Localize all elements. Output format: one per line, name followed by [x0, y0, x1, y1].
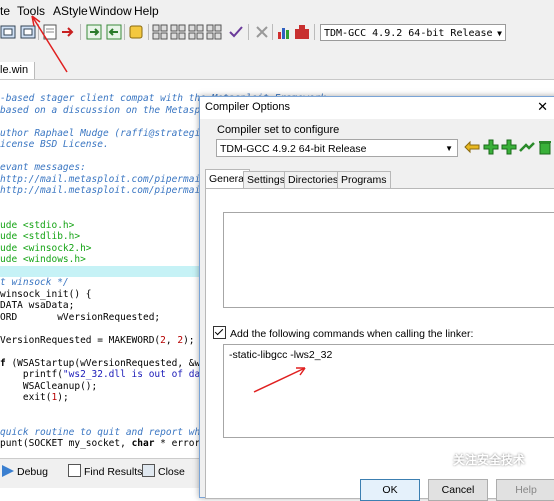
add-folder-icon[interactable] — [501, 139, 517, 155]
chevron-down-icon: ▼ — [497, 29, 502, 38]
code-token: winsock_init() { — [0, 288, 92, 300]
dialog-title-bar: Compiler Options ✕ — [200, 97, 554, 119]
debug-tab-label: Debug — [17, 466, 48, 478]
menu-item-window[interactable]: Window — [89, 4, 132, 18]
code-token: DATA wsaData; — [0, 300, 75, 311]
linker-commands-checkbox-row[interactable]: Add the following commands when calling … — [213, 326, 473, 340]
compiler-set-value: TDM-GCC 4.9.2 64-bit Release — [220, 143, 367, 155]
watermark-text: 关注安全技术 — [453, 453, 526, 467]
add-set-icon[interactable] — [483, 139, 499, 155]
chevron-down-icon: ▼ — [445, 144, 453, 153]
code-token: evant messages: — [0, 162, 86, 173]
code-token: ude <stdio.h> — [0, 219, 75, 231]
tab-directories[interactable]: Directories — [284, 171, 343, 188]
code-token: char — [131, 438, 155, 449]
close-tab-label: Close — [158, 466, 185, 478]
code-token: VersionRequested = MAKEWORD( — [0, 334, 161, 346]
indent-icon[interactable] — [86, 24, 102, 40]
code-token: exit( — [0, 392, 52, 403]
compile-icon[interactable] — [0, 24, 16, 40]
file-tab-bar: le.win — [0, 62, 554, 80]
rename-set-icon[interactable] — [464, 139, 480, 155]
code-token: ude <windows.h> — [0, 254, 86, 265]
wechat-icon — [430, 451, 446, 465]
debug-icon — [2, 465, 14, 477]
code-token: ORD wVersionRequested; — [0, 311, 161, 323]
code-token: WSACleanup(); — [0, 380, 98, 392]
grid-icon[interactable] — [152, 24, 168, 40]
grid-icon-3[interactable] — [188, 24, 204, 40]
arrow-right-icon[interactable] — [60, 24, 76, 40]
close-icon[interactable]: ✕ — [537, 99, 548, 115]
linker-commands-textarea[interactable]: -static-libgcc -lws2_32 — [223, 344, 554, 438]
code-token: t winsock */ — [0, 277, 69, 288]
file-tab[interactable]: le.win — [0, 62, 36, 79]
document-icon[interactable] — [42, 24, 58, 40]
dialog-title: Compiler Options — [205, 101, 290, 113]
ok-button[interactable]: OK — [360, 479, 420, 501]
run-icon[interactable] — [20, 24, 36, 40]
code-token: ); — [57, 392, 69, 403]
menu-item-help[interactable]: Help — [134, 4, 159, 18]
code-token: ude <winsock2.h> — [0, 242, 92, 254]
tab-settings[interactable]: Settings — [243, 171, 289, 188]
chart-icon[interactable] — [276, 24, 292, 40]
find-results-label: Find Results — [84, 466, 143, 478]
compiler-set-label: Compiler set to configure — [217, 124, 340, 136]
code-token: ude <stdlib.h> — [0, 231, 81, 242]
close-icon[interactable] — [254, 24, 270, 40]
help-button[interactable]: Help — [496, 479, 554, 501]
delete-set-icon[interactable] — [537, 139, 553, 155]
close-tab[interactable]: Close — [142, 463, 185, 481]
compiler-commands-textarea[interactable] — [223, 212, 554, 308]
compiler-set-select[interactable]: TDM-GCC 4.9.2 64-bit Release ▼ — [216, 139, 458, 157]
close-tab-icon — [142, 464, 155, 477]
check-icon[interactable] — [228, 24, 244, 40]
toolbar: TDM-GCC 4.9.2 64-bit Release ▼ — [0, 22, 554, 84]
linker-commands-checkbox[interactable] — [213, 326, 226, 339]
menu-item-tools[interactable]: Tools — [17, 4, 45, 18]
code-token: , — [165, 334, 178, 346]
code-token: printf( — [0, 369, 63, 380]
find-results-tab[interactable]: Find Results — [68, 463, 142, 481]
code-token: ); — [183, 334, 195, 346]
cancel-button[interactable]: Cancel — [428, 479, 488, 501]
grid-icon-2[interactable] — [170, 24, 186, 40]
code-token: punt(SOCKET my_socket, — [0, 438, 132, 449]
debug-tab[interactable]: Debug — [2, 463, 48, 481]
bookmark-icon[interactable] — [128, 24, 144, 40]
tab-programs[interactable]: Programs — [337, 171, 391, 188]
code-token: icense BSD License. — [0, 139, 109, 150]
find-set-icon[interactable] — [519, 139, 535, 155]
compiler-options-dialog: Compiler Options ✕ Compiler set to confi… — [199, 96, 554, 501]
compiler-select[interactable]: TDM-GCC 4.9.2 64-bit Release ▼ — [320, 24, 506, 41]
compiler-select-value: TDM-GCC 4.9.2 64-bit Release — [324, 28, 493, 39]
grid-icon-4[interactable] — [206, 24, 222, 40]
linker-commands-text: -static-libgcc -lws2_32 — [229, 349, 333, 361]
code-token: quick routine to quit and report why we — [0, 426, 224, 438]
menu-item-astyle[interactable]: AStyle — [53, 4, 88, 18]
profile-icon[interactable] — [294, 24, 310, 40]
find-results-icon — [68, 464, 81, 477]
unindent-icon[interactable] — [106, 24, 122, 40]
menu-item-file[interactable]: te — [0, 4, 10, 18]
menu-bar: te Tools AStyle Window Help — [0, 0, 554, 22]
linker-commands-label: Add the following commands when calling … — [230, 328, 474, 340]
